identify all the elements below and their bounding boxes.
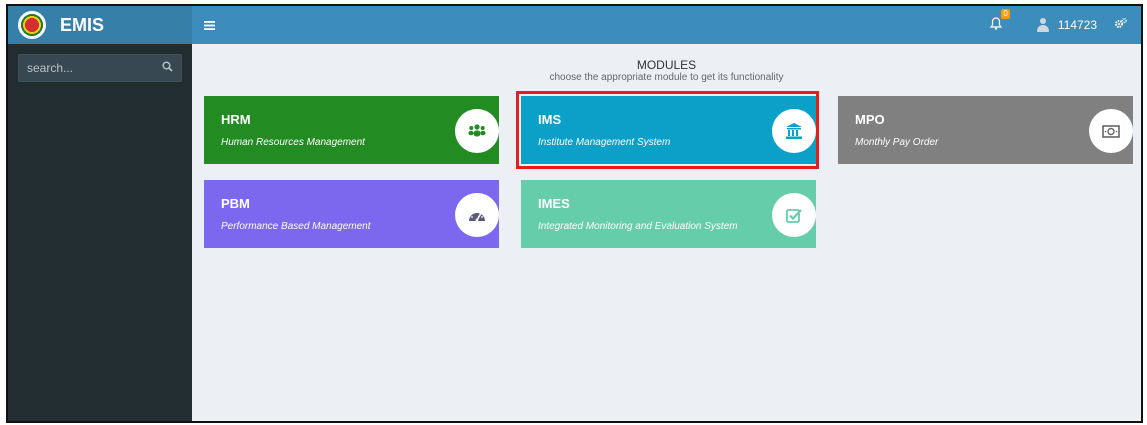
user-id: 114723 bbox=[1057, 18, 1097, 32]
main-content: MODULES choose the appropriate module to… bbox=[192, 44, 1141, 421]
module-description: Human Resources Management bbox=[221, 137, 365, 148]
check-square-icon bbox=[772, 193, 816, 237]
menu-toggle-icon[interactable] bbox=[204, 16, 215, 34]
government-seal-logo bbox=[18, 11, 46, 39]
search-box bbox=[18, 54, 182, 82]
module-description: Integrated Monitoring and Evaluation Sys… bbox=[538, 221, 738, 232]
app-title: EMIS bbox=[60, 14, 105, 35]
module-name: PBM bbox=[221, 196, 250, 211]
settings-gears-icon[interactable] bbox=[1115, 17, 1127, 33]
bell-icon bbox=[989, 16, 1003, 30]
module-card-mpo[interactable]: MPO Monthly Pay Order bbox=[838, 96, 1133, 164]
module-card-hrm[interactable]: HRM Human Resources Management bbox=[204, 96, 499, 164]
selected-module-highlight bbox=[516, 91, 819, 169]
modules-subheading: choose the appropriate module to get its… bbox=[549, 72, 784, 83]
notifications-button[interactable]: 0 bbox=[989, 8, 1010, 34]
users-icon bbox=[455, 109, 499, 153]
search-icon[interactable] bbox=[162, 61, 173, 75]
search-input[interactable] bbox=[27, 61, 162, 75]
module-name: MPO bbox=[855, 112, 885, 127]
module-name: HRM bbox=[221, 112, 251, 127]
brand[interactable]: EMIS bbox=[8, 6, 192, 44]
topbar: 0 114723 bbox=[192, 6, 1141, 44]
user-menu[interactable]: 114723 bbox=[1036, 18, 1097, 32]
app-window: EMIS 0 114723 MODULES bbox=[6, 4, 1143, 423]
user-icon bbox=[1036, 18, 1050, 32]
module-description: Performance Based Management bbox=[221, 221, 371, 232]
module-card-imes[interactable]: IMES Integrated Monitoring and Evaluatio… bbox=[521, 180, 816, 248]
module-description: Monthly Pay Order bbox=[855, 137, 939, 148]
topbar-right: 0 114723 bbox=[989, 8, 1141, 34]
dashboard-icon bbox=[455, 193, 499, 237]
module-name: IMES bbox=[538, 196, 570, 211]
notification-count-badge: 0 bbox=[1001, 8, 1010, 19]
sidebar: EMIS bbox=[8, 6, 192, 421]
modules-heading: MODULES bbox=[636, 58, 697, 72]
module-card-pbm[interactable]: PBM Performance Based Management bbox=[204, 180, 499, 248]
money-icon bbox=[1089, 109, 1133, 153]
